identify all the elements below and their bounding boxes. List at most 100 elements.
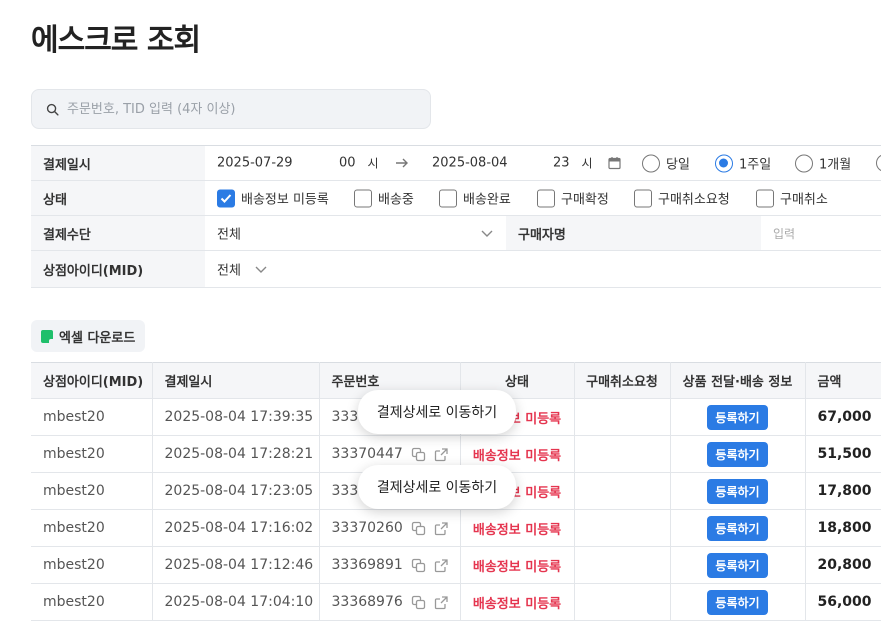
cell-mid: mbest20 xyxy=(31,509,153,547)
copy-icon[interactable] xyxy=(411,595,426,610)
cell-cancel-request xyxy=(574,472,671,510)
copy-icon[interactable] xyxy=(411,521,426,536)
status-check-delivered[interactable]: 배송완료 xyxy=(439,189,511,208)
filter-row-payment: 결제수단 전체 구매자명 입력 xyxy=(31,216,881,251)
order-number[interactable]: 33368976 xyxy=(332,594,403,610)
filter-row-mid: 상점아이디(MID) 전체 xyxy=(31,251,881,288)
date-label: 결제일시 xyxy=(31,146,205,180)
arrow-right-icon xyxy=(395,157,409,169)
excel-download-button[interactable]: 엑셀 다운로드 xyxy=(31,320,146,352)
table-row: mbest20 2025-08-04 17:12:46 33369891 배송정… xyxy=(31,546,881,584)
filter-panel: 결제일시 2025-07-29 00 시 2025-08-04 23 시 당일 … xyxy=(31,145,881,288)
cell-delivery: 등록하기 xyxy=(670,546,806,584)
period-radio-week[interactable]: 1주일 xyxy=(715,154,771,173)
status-check-cancelled[interactable]: 구매취소 xyxy=(756,189,828,208)
checkbox-icon xyxy=(439,189,457,207)
status-check-confirmed[interactable]: 구매확정 xyxy=(537,189,609,208)
cell-cancel-request xyxy=(574,435,671,473)
order-number[interactable]: 33369891 xyxy=(332,557,403,573)
buyer-input[interactable]: 입력 xyxy=(761,216,881,250)
radio-icon xyxy=(642,154,660,172)
cell-datetime: 2025-08-04 17:12:46 xyxy=(152,546,320,584)
col-header-amount: 금액 xyxy=(805,362,881,399)
search-input[interactable] xyxy=(67,101,407,117)
checkbox-icon xyxy=(354,189,372,207)
external-link-icon[interactable] xyxy=(434,595,449,610)
page-title: 에스크로 조회 xyxy=(31,23,201,58)
checkbox-icon xyxy=(634,189,652,207)
cell-cancel-request xyxy=(574,583,671,621)
chevron-down-icon xyxy=(255,266,267,273)
period-radio-today[interactable]: 당일 xyxy=(642,154,690,173)
payment-label: 결제수단 xyxy=(31,216,205,250)
register-button[interactable]: 등록하기 xyxy=(707,515,768,541)
buyer-label: 구매자명 xyxy=(506,216,761,250)
cell-status: 배송정보 미등록 xyxy=(460,546,575,584)
cell-order: 33369891 xyxy=(319,546,461,584)
tooltip-payment-detail[interactable]: 결제상세로 이동하기 xyxy=(358,465,516,509)
register-button[interactable]: 등록하기 xyxy=(707,589,768,615)
cell-delivery: 등록하기 xyxy=(670,509,806,547)
cell-order: 33368976 xyxy=(319,583,461,621)
start-date-field[interactable]: 2025-07-29 xyxy=(217,156,293,171)
col-header-cancel-request: 구매취소요청 xyxy=(574,362,671,399)
end-hour-field[interactable]: 23 시 xyxy=(553,155,593,172)
cell-mid: mbest20 xyxy=(31,435,153,473)
register-button[interactable]: 등록하기 xyxy=(707,404,768,430)
cell-amount: 67,000 xyxy=(805,398,881,436)
status-check-unregistered[interactable]: 배송정보 미등록 xyxy=(217,189,329,208)
payment-select[interactable]: 전체 xyxy=(217,224,493,243)
radio-selected-icon xyxy=(715,154,733,172)
calendar-icon[interactable] xyxy=(608,157,621,170)
table-row: mbest20 2025-08-04 17:04:10 33368976 배송정… xyxy=(31,583,881,621)
order-number[interactable]: 33370447 xyxy=(332,446,403,462)
col-header-delivery: 상품 전달·배송 정보 xyxy=(670,362,806,399)
external-link-icon[interactable] xyxy=(434,447,449,462)
cell-delivery: 등록하기 xyxy=(670,435,806,473)
chevron-down-icon xyxy=(481,230,493,237)
register-button[interactable]: 등록하기 xyxy=(707,441,768,467)
order-number[interactable]: 33370260 xyxy=(332,520,403,536)
period-radio-month[interactable]: 1개월 xyxy=(795,154,851,173)
register-button[interactable]: 등록하기 xyxy=(707,552,768,578)
copy-icon[interactable] xyxy=(411,447,426,462)
cell-delivery: 등록하기 xyxy=(670,583,806,621)
radio-icon xyxy=(795,154,813,172)
external-link-icon[interactable] xyxy=(434,521,449,536)
status-check-shipping[interactable]: 배송중 xyxy=(354,189,414,208)
cell-delivery: 등록하기 xyxy=(670,472,806,510)
start-hour-field[interactable]: 00 시 xyxy=(339,155,379,172)
register-button[interactable]: 등록하기 xyxy=(707,478,768,504)
col-header-datetime: 결제일시 xyxy=(152,362,320,399)
cell-cancel-request xyxy=(574,509,671,547)
copy-icon[interactable] xyxy=(411,558,426,573)
status-check-cancel-request[interactable]: 구매취소요청 xyxy=(634,189,730,208)
cell-mid: mbest20 xyxy=(31,398,153,436)
mid-select[interactable]: 전체 xyxy=(217,260,267,279)
filter-row-status: 상태 배송정보 미등록 배송중 배송완료 구매확정 구매취소요청 구매취소 xyxy=(31,181,881,216)
cell-datetime: 2025-08-04 17:28:21 xyxy=(152,435,320,473)
cell-order: 33370260 xyxy=(319,509,461,547)
search-box[interactable] xyxy=(31,89,431,129)
cell-cancel-request xyxy=(574,546,671,584)
mid-label: 상점아이디(MID) xyxy=(31,251,205,287)
period-radio-more[interactable] xyxy=(876,154,881,172)
search-icon xyxy=(46,103,59,116)
cell-amount: 18,800 xyxy=(805,509,881,547)
table-row: mbest20 2025-08-04 17:16:02 33370260 배송정… xyxy=(31,509,881,547)
cell-datetime: 2025-08-04 17:39:35 xyxy=(152,398,320,436)
tooltip-payment-detail[interactable]: 결제상세로 이동하기 xyxy=(358,390,516,434)
radio-icon xyxy=(876,154,881,172)
excel-icon xyxy=(41,329,53,343)
cell-amount: 56,000 xyxy=(805,583,881,621)
cell-amount: 17,800 xyxy=(805,472,881,510)
external-link-icon[interactable] xyxy=(434,558,449,573)
end-date-field[interactable]: 2025-08-04 xyxy=(432,156,508,171)
checkbox-icon xyxy=(537,189,555,207)
col-header-mid: 상점아이디(MID) xyxy=(31,362,153,399)
cell-mid: mbest20 xyxy=(31,472,153,510)
cell-status: 배송정보 미등록 xyxy=(460,583,575,621)
cell-cancel-request xyxy=(574,398,671,436)
cell-mid: mbest20 xyxy=(31,546,153,584)
cell-status: 배송정보 미등록 xyxy=(460,509,575,547)
